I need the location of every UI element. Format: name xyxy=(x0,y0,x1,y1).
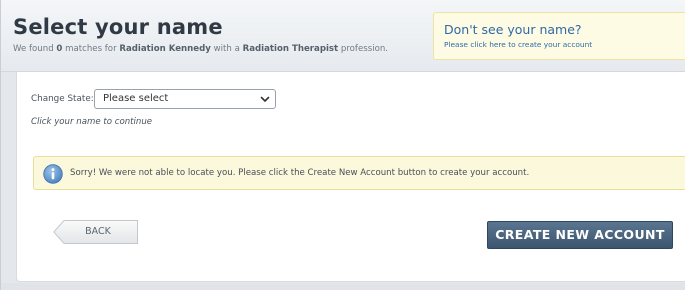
chevron-down-icon xyxy=(260,96,270,102)
back-button-label: BACK xyxy=(85,226,111,237)
state-select[interactable]: Please select xyxy=(94,89,276,109)
info-icon xyxy=(43,164,63,184)
notice-title: Don't see your name? xyxy=(444,22,582,37)
page-footer-strip xyxy=(1,283,685,290)
state-selected-value: Please select xyxy=(103,93,169,104)
searched-profession: Radiation Therapist xyxy=(242,44,339,54)
page-title: Select your name xyxy=(13,15,223,39)
results-summary: We found 0 matches for Radiation Kennedy… xyxy=(13,44,388,54)
create-new-account-button[interactable]: CREATE NEW ACCOUNT xyxy=(487,221,673,249)
state-label: Change State: xyxy=(31,94,94,104)
create-account-link[interactable]: Please click here to create your account xyxy=(444,40,592,49)
searched-name: Radiation Kennedy xyxy=(119,44,211,54)
summary-prefix: We found xyxy=(13,44,57,54)
main-panel: Change State: Please select Click your n… xyxy=(16,72,685,282)
not-found-alert: Sorry! We were not able to locate you. P… xyxy=(33,156,685,190)
summary-middle-2: with a xyxy=(210,44,243,54)
alert-message: Sorry! We were not able to locate you. P… xyxy=(70,168,530,178)
summary-middle-1: matches for xyxy=(62,44,120,54)
page: Select your name We found 0 matches for … xyxy=(0,0,685,290)
summary-suffix: profession. xyxy=(338,44,389,54)
create-account-notice: Don't see your name? Please click here t… xyxy=(433,12,685,60)
instruction-text: Click your name to continue xyxy=(31,117,153,127)
back-button[interactable]: BACK xyxy=(53,220,138,244)
page-header: Select your name We found 0 matches for … xyxy=(1,0,685,72)
